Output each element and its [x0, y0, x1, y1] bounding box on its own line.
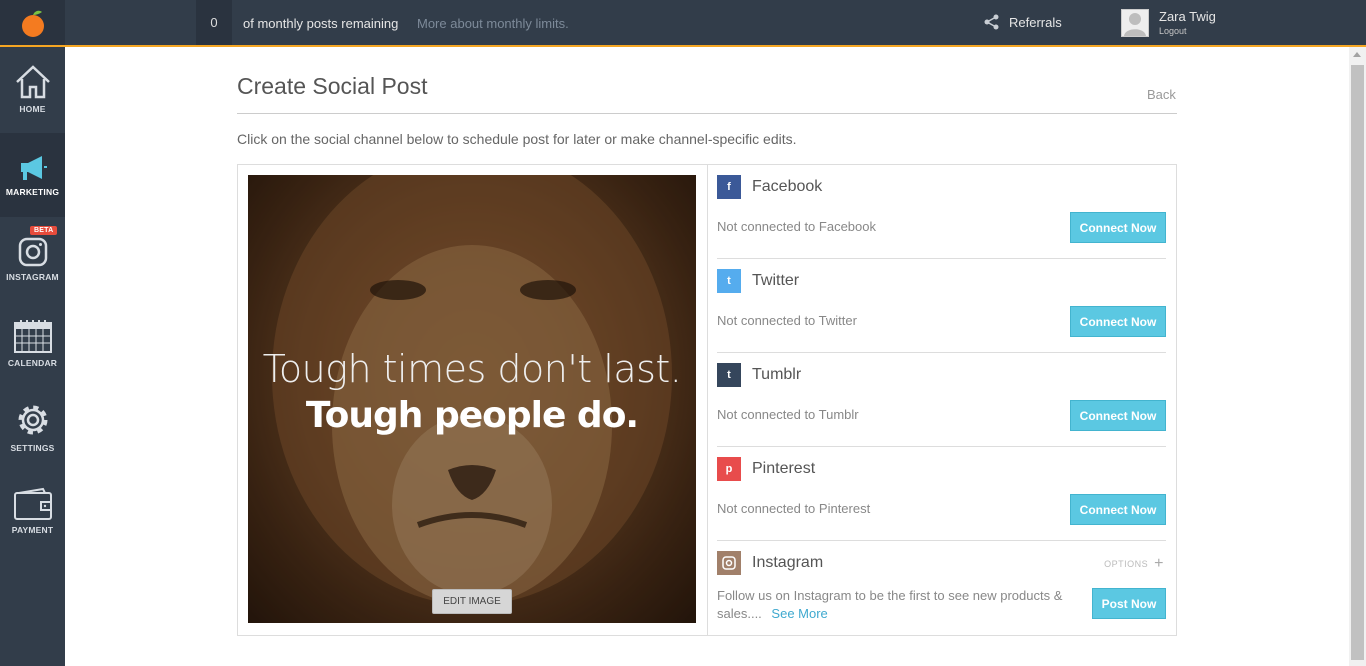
referrals-label: Referrals — [1009, 14, 1062, 30]
calendar-icon — [13, 320, 52, 353]
see-more-link[interactable]: See More — [771, 606, 827, 621]
sidebar-item-label: INSTAGRAM — [6, 272, 59, 282]
divider — [717, 540, 1166, 541]
sidebar-item-label: MARKETING — [5, 187, 60, 197]
instructions-text: Click on the social channel below to sch… — [237, 131, 797, 147]
tumblr-icon: t — [717, 363, 741, 387]
quote-line-1: Tough times don't last. — [262, 347, 682, 391]
post-image[interactable]: Tough times don't last. Tough people do.… — [248, 175, 696, 623]
beta-badge: BETA — [30, 226, 58, 235]
sidebar-item-instagram[interactable]: BETA INSTAGRAM — [0, 217, 65, 301]
caption-text: Follow us on Instagram to be the first t… — [717, 588, 1063, 621]
channel-status: Not connected to Twitter — [717, 313, 857, 328]
sidebar-item-label: SETTINGS — [10, 443, 55, 453]
scrollbar[interactable] — [1349, 47, 1366, 666]
pinterest-icon: p — [717, 457, 741, 481]
plus-icon: + — [1154, 555, 1164, 572]
user-name: Zara Twig — [1159, 9, 1216, 24]
sidebar-item-label: PAYMENT — [11, 525, 54, 535]
options-toggle[interactable]: OPTIONS + — [1104, 555, 1164, 573]
post-card: Tough times don't last. Tough people do.… — [237, 164, 1177, 636]
edit-image-button[interactable]: EDIT IMAGE — [432, 589, 512, 614]
channel-instagram[interactable]: Instagram OPTIONS + Follow us on Instagr… — [717, 551, 1166, 621]
divider — [717, 446, 1166, 447]
back-link[interactable]: Back — [1147, 87, 1176, 102]
channel-name: Tumblr — [752, 366, 802, 383]
instagram-icon — [717, 551, 741, 575]
top-bar: 0 of monthly posts remaining More about … — [0, 0, 1366, 47]
sidebar-item-home[interactable]: HOME — [0, 47, 65, 131]
megaphone-icon — [20, 156, 47, 180]
connect-tumblr-button[interactable]: Connect Now — [1070, 400, 1166, 431]
channel-name: Pinterest — [752, 460, 816, 477]
referrals-link[interactable]: Referrals — [984, 14, 1062, 30]
logout-link[interactable]: Logout — [1159, 25, 1216, 37]
sidebar-item-settings[interactable]: SETTINGS — [0, 385, 65, 469]
sidebar-item-payment[interactable]: PAYMENT — [0, 469, 65, 553]
channel-status: Not connected to Pinterest — [717, 501, 871, 516]
sidebar-item-marketing[interactable]: MARKETING — [0, 133, 65, 217]
channel-name: Twitter — [752, 272, 800, 289]
avatar — [1121, 9, 1149, 37]
instagram-caption: Follow us on Instagram to be the first t… — [717, 587, 1067, 623]
channel-facebook[interactable]: f Facebook Not connected to Facebook Con… — [717, 175, 1166, 259]
channel-name: Facebook — [752, 178, 823, 195]
wallet-icon — [13, 487, 52, 520]
channel-pinterest[interactable]: p Pinterest Not connected to Pinterest C… — [717, 457, 1166, 541]
channel-tumblr[interactable]: t Tumblr Not connected to Tumblr Connect… — [717, 363, 1166, 447]
twitter-icon: t — [717, 269, 741, 293]
camera-icon — [722, 556, 736, 570]
quote-line-2: Tough people do. — [305, 395, 639, 436]
sidebar-item-label: HOME — [19, 104, 46, 114]
posts-remaining-label: of monthly posts remaining — [243, 16, 399, 31]
monthly-limits-link[interactable]: More about monthly limits. — [417, 16, 569, 31]
divider — [717, 352, 1166, 353]
gear-icon — [18, 405, 47, 435]
instagram-icon — [18, 237, 47, 267]
scrollbar-thumb[interactable] — [1351, 65, 1364, 660]
user-silhouette-icon — [1124, 13, 1146, 36]
channel-status: Not connected to Facebook — [717, 219, 876, 234]
post-now-button[interactable]: Post Now — [1092, 588, 1166, 619]
share-icon — [984, 14, 999, 30]
channel-twitter[interactable]: t Twitter Not connected to Twitter Conne… — [717, 269, 1166, 353]
home-icon — [15, 65, 50, 99]
page-title: Create Social Post — [237, 73, 428, 99]
scroll-up-arrow-icon[interactable] — [1353, 52, 1361, 57]
facebook-icon: f — [717, 175, 741, 199]
connect-twitter-button[interactable]: Connect Now — [1070, 306, 1166, 337]
connect-facebook-button[interactable]: Connect Now — [1070, 212, 1166, 243]
channel-name: Instagram — [752, 554, 824, 571]
sidebar-item-label: CALENDAR — [7, 358, 58, 368]
sidebar: HOME MARKETING BETA INSTAGRAM CALENDAR S… — [0, 47, 65, 666]
options-label: OPTIONS — [1104, 559, 1149, 569]
connect-pinterest-button[interactable]: Connect Now — [1070, 494, 1166, 525]
divider — [717, 258, 1166, 259]
orange-logo-icon — [21, 10, 44, 37]
divider — [237, 113, 1177, 114]
channel-status: Not connected to Tumblr — [717, 407, 859, 422]
user-menu[interactable]: Zara Twig Logout — [1121, 9, 1216, 37]
sidebar-item-calendar[interactable]: CALENDAR — [0, 301, 65, 385]
divider — [707, 165, 708, 635]
posts-remaining-count: 0 — [196, 0, 232, 45]
logo[interactable] — [0, 0, 65, 45]
